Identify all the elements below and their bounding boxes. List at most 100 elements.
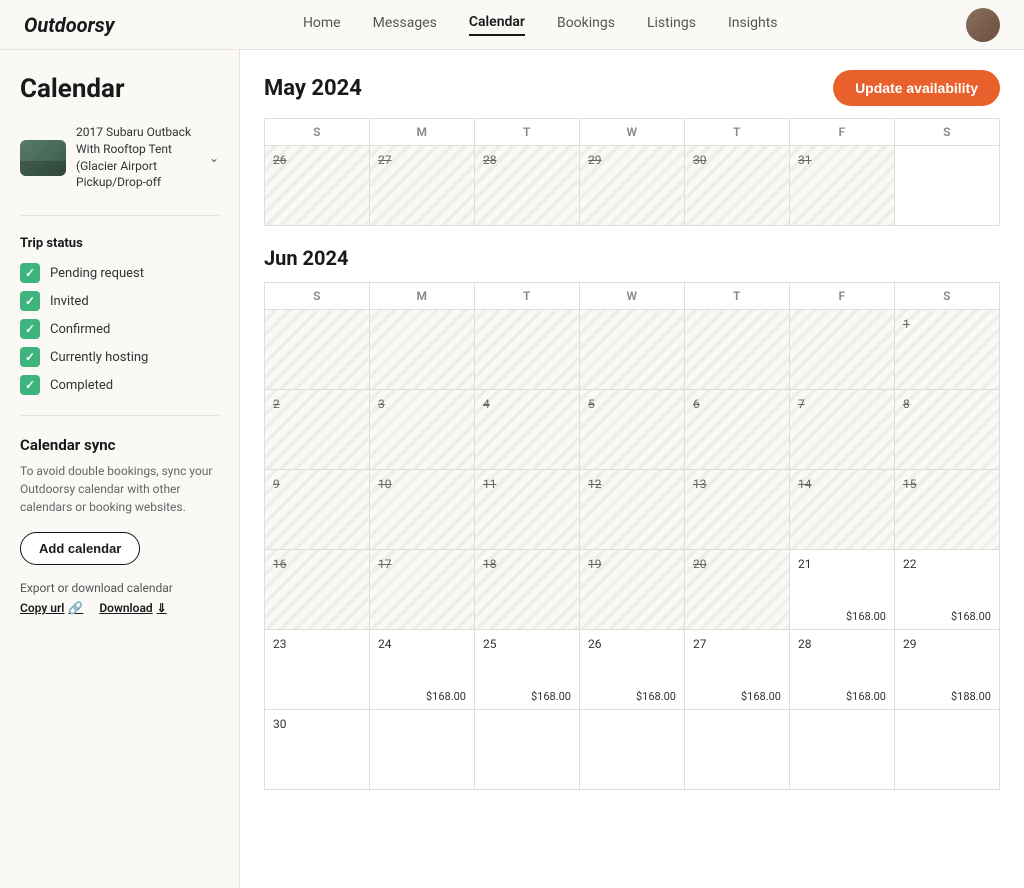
table-row[interactable]: 13 bbox=[685, 470, 790, 550]
table-row bbox=[685, 710, 790, 790]
nav-listings[interactable]: Listings bbox=[647, 15, 696, 35]
header: Outdoorsy Home Messages Calendar Booking… bbox=[0, 0, 1024, 50]
table-row[interactable]: 25 $168.00 bbox=[475, 630, 580, 710]
dow-s1: S bbox=[265, 119, 370, 146]
vehicle-name: 2017 Subaru Outback With Rooftop Tent (G… bbox=[76, 124, 199, 191]
dow-t2: T bbox=[685, 283, 790, 310]
dow-s2: S bbox=[895, 283, 1000, 310]
table-row[interactable]: 10 bbox=[370, 470, 475, 550]
table-row[interactable]: 29 bbox=[580, 146, 685, 226]
update-availability-button[interactable]: Update availability bbox=[833, 70, 1000, 106]
dow-w: W bbox=[580, 283, 685, 310]
status-hosting: Currently hosting bbox=[50, 350, 148, 365]
table-row bbox=[790, 310, 895, 390]
table-row bbox=[580, 310, 685, 390]
table-row[interactable]: 27 $168.00 bbox=[685, 630, 790, 710]
table-row[interactable]: 7 bbox=[790, 390, 895, 470]
table-row bbox=[370, 710, 475, 790]
table-row[interactable]: 24 $168.00 bbox=[370, 630, 475, 710]
sync-links: Copy url 🔗 Download ⇓ bbox=[20, 601, 219, 615]
dow-s2: S bbox=[895, 119, 1000, 146]
table-row[interactable]: 31 bbox=[790, 146, 895, 226]
may-title: May 2024 bbox=[264, 76, 362, 101]
nav-insights[interactable]: Insights bbox=[728, 15, 778, 35]
status-confirmed: Confirmed bbox=[50, 322, 110, 337]
jun-calendar: S M T W T F S 1 2 3 4 5 bbox=[240, 282, 1024, 790]
trip-status-list: Pending request Invited Confirmed Curren… bbox=[20, 263, 219, 395]
table-row[interactable]: 23 bbox=[265, 630, 370, 710]
table-row[interactable]: 17 bbox=[370, 550, 475, 630]
table-row[interactable]: 22 $168.00 bbox=[895, 550, 1000, 630]
avatar[interactable] bbox=[966, 8, 1000, 42]
vehicle-thumbnail bbox=[20, 140, 66, 176]
list-item: Confirmed bbox=[20, 319, 219, 339]
add-calendar-button[interactable]: Add calendar bbox=[20, 532, 140, 565]
table-row[interactable]: 2 bbox=[265, 390, 370, 470]
table-row[interactable]: 16 bbox=[265, 550, 370, 630]
may-calendar: S M T W T F S 26 27 28 29 30 31 bbox=[240, 118, 1024, 226]
table-row[interactable]: 21 $168.00 bbox=[790, 550, 895, 630]
table-row bbox=[265, 310, 370, 390]
jun-dow-headers: S M T W T F S bbox=[264, 282, 1000, 310]
table-row[interactable]: 1 bbox=[895, 310, 1000, 390]
table-row bbox=[475, 710, 580, 790]
nav-messages[interactable]: Messages bbox=[373, 15, 437, 35]
completed-checkbox[interactable] bbox=[20, 375, 40, 395]
vehicle-selector[interactable]: 2017 Subaru Outback With Rooftop Tent (G… bbox=[20, 124, 219, 191]
table-row[interactable]: 28 bbox=[475, 146, 580, 226]
table-row[interactable]: 15 bbox=[895, 470, 1000, 550]
copy-url-link[interactable]: Copy url 🔗 bbox=[20, 601, 83, 615]
table-row[interactable]: 12 bbox=[580, 470, 685, 550]
jun-grid: 1 2 3 4 5 6 7 8 9 10 11 12 13 14 15 16 1… bbox=[264, 310, 1000, 790]
table-row[interactable]: 19 bbox=[580, 550, 685, 630]
table-row[interactable]: 26 $168.00 bbox=[580, 630, 685, 710]
nav-bookings[interactable]: Bookings bbox=[557, 15, 615, 35]
dow-f: F bbox=[790, 283, 895, 310]
hosting-checkbox[interactable] bbox=[20, 347, 40, 367]
table-row[interactable]: 20 bbox=[685, 550, 790, 630]
layout: Calendar 2017 Subaru Outback With Roofto… bbox=[0, 50, 1024, 888]
table-row[interactable]: 30 bbox=[265, 710, 370, 790]
nav-calendar[interactable]: Calendar bbox=[469, 14, 525, 36]
status-completed: Completed bbox=[50, 378, 113, 393]
table-row[interactable]: 11 bbox=[475, 470, 580, 550]
chevron-down-icon: ⌄ bbox=[209, 151, 219, 165]
nav-home[interactable]: Home bbox=[303, 15, 341, 35]
table-row[interactable]: 3 bbox=[370, 390, 475, 470]
status-invited: Invited bbox=[50, 294, 89, 309]
dow-s1: S bbox=[265, 283, 370, 310]
table-row[interactable]: 26 bbox=[265, 146, 370, 226]
calendar-sync-desc: To avoid double bookings, sync your Outd… bbox=[20, 462, 219, 516]
table-row[interactable]: 18 bbox=[475, 550, 580, 630]
table-row[interactable]: 4 bbox=[475, 390, 580, 470]
main-content: May 2024 Update availability S M T W T F… bbox=[240, 50, 1024, 888]
pending-checkbox[interactable] bbox=[20, 263, 40, 283]
confirmed-checkbox[interactable] bbox=[20, 319, 40, 339]
jun-title: Jun 2024 bbox=[240, 226, 1024, 282]
table-row bbox=[475, 310, 580, 390]
table-row bbox=[685, 310, 790, 390]
calendar-sync-title: Calendar sync bbox=[20, 436, 219, 454]
table-row[interactable]: 30 bbox=[685, 146, 790, 226]
download-icon: ⇓ bbox=[157, 601, 167, 615]
table-row[interactable]: 29 $188.00 bbox=[895, 630, 1000, 710]
download-link[interactable]: Download ⇓ bbox=[99, 601, 166, 615]
divider-2 bbox=[20, 415, 219, 416]
invited-checkbox[interactable] bbox=[20, 291, 40, 311]
table-row[interactable]: 8 bbox=[895, 390, 1000, 470]
dow-t1: T bbox=[475, 119, 580, 146]
table-row bbox=[895, 146, 1000, 226]
table-row[interactable]: 5 bbox=[580, 390, 685, 470]
dow-m: M bbox=[370, 283, 475, 310]
table-row bbox=[370, 310, 475, 390]
table-row bbox=[895, 710, 1000, 790]
table-row[interactable]: 14 bbox=[790, 470, 895, 550]
table-row[interactable]: 6 bbox=[685, 390, 790, 470]
table-row[interactable]: 9 bbox=[265, 470, 370, 550]
page-title: Calendar bbox=[20, 74, 219, 104]
dow-m: M bbox=[370, 119, 475, 146]
dow-w: W bbox=[580, 119, 685, 146]
list-item: Completed bbox=[20, 375, 219, 395]
table-row[interactable]: 28 $168.00 bbox=[790, 630, 895, 710]
table-row[interactable]: 27 bbox=[370, 146, 475, 226]
